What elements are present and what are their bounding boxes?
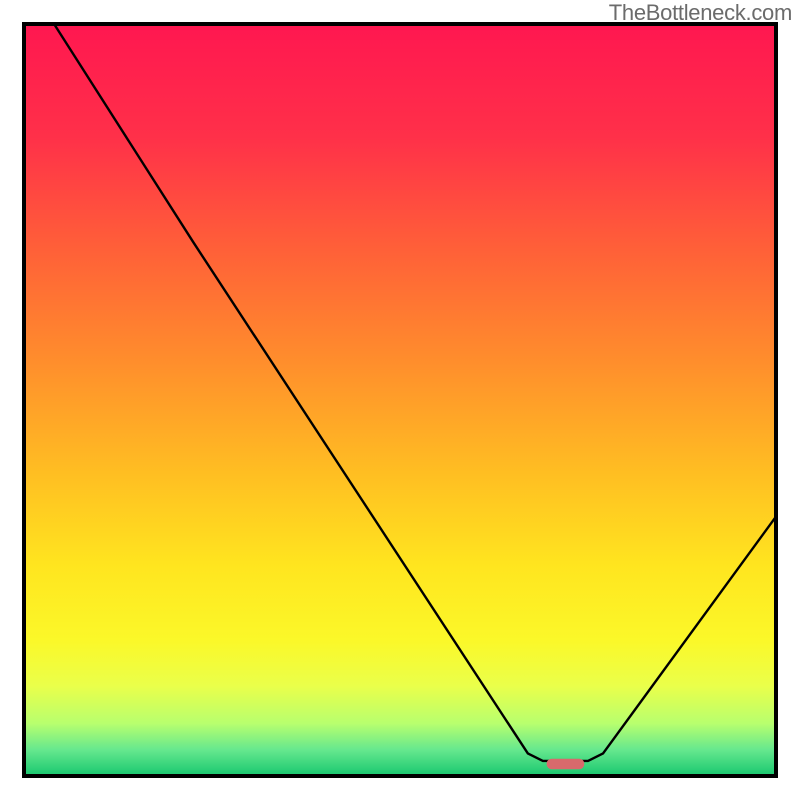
plot-area: [24, 24, 776, 776]
optimal-marker: [547, 759, 585, 770]
chart-container: TheBottleneck.com: [0, 0, 800, 800]
bottleneck-chart: [0, 0, 800, 800]
watermark-text: TheBottleneck.com: [609, 0, 792, 26]
